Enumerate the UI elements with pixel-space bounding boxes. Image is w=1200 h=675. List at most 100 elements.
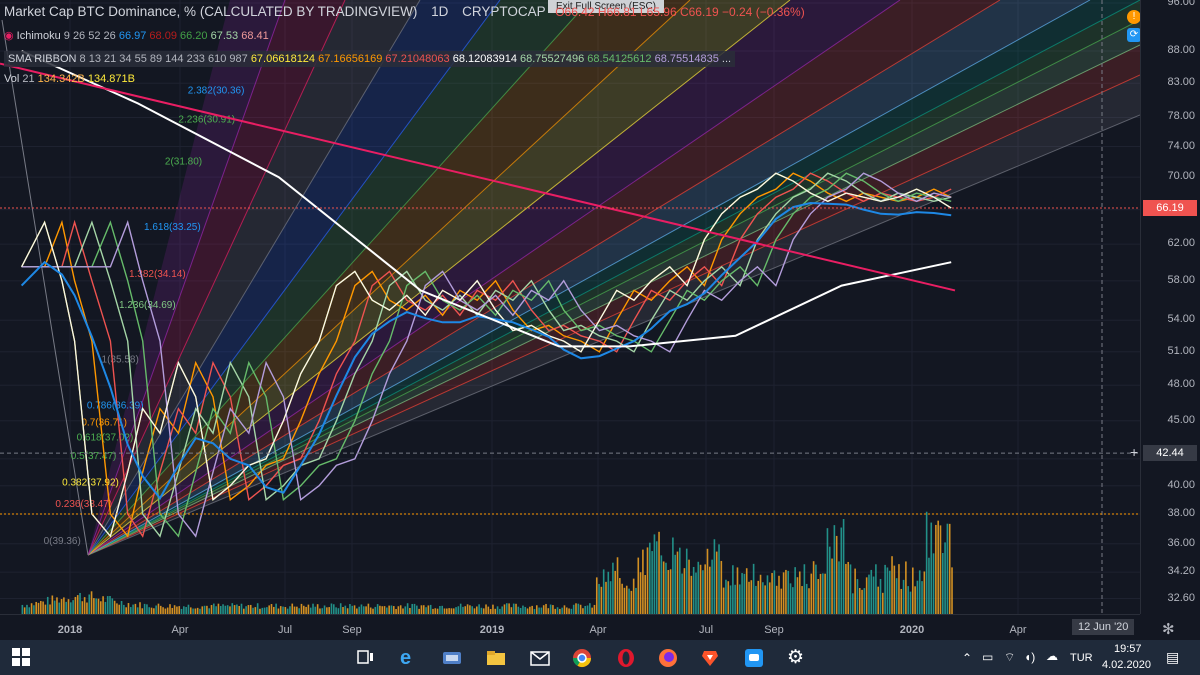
- interval-label[interactable]: 1D: [431, 4, 448, 19]
- volume-bar: [471, 606, 473, 614]
- volume-bar: [787, 570, 790, 614]
- volume-bar: [365, 606, 367, 614]
- price-tick-label: 36.00: [1167, 536, 1195, 549]
- sma-ribbon-name[interactable]: SMA RIBBON: [8, 53, 76, 65]
- time-axis[interactable]: 12 Jun '20 ✻ 2018 Apr Jul Sep 2019 Apr Jul Sep 2…: [0, 614, 1175, 641]
- clock-time[interactable]: 19:57: [1114, 643, 1142, 655]
- clock-date[interactable]: 4.02.2020: [1102, 659, 1151, 671]
- volume-bar: [505, 603, 508, 614]
- mail-icon[interactable]: [530, 648, 550, 668]
- volume-bar: [685, 548, 688, 614]
- ichimoku-name[interactable]: Ichimoku: [17, 30, 61, 42]
- windows-start-icon[interactable]: [12, 648, 32, 668]
- volume-bar: [349, 604, 351, 614]
- volume-bar: [427, 605, 430, 614]
- price-tick-label: 62.00: [1167, 237, 1195, 250]
- network-icon[interactable]: ⌔: [1004, 650, 1015, 665]
- opera-icon[interactable]: [616, 648, 636, 668]
- volume-bar: [238, 605, 240, 614]
- sma-ribbon-legend[interactable]: SMA RIBBON 8 13 21 34 55 89 144 233 610 …: [4, 51, 736, 67]
- app-icon[interactable]: [744, 648, 764, 668]
- volume-bar: [136, 607, 139, 614]
- file-explorer-icon[interactable]: [486, 648, 506, 668]
- volume-bar: [579, 604, 582, 614]
- volume-bar: [803, 564, 806, 614]
- brave-icon[interactable]: [700, 648, 720, 668]
- price-tick-label: 74.00: [1167, 139, 1195, 152]
- volume-value-1: 134.342B: [37, 73, 85, 85]
- language-indicator[interactable]: TUR: [1070, 652, 1093, 664]
- volume-bar: [912, 567, 914, 614]
- volume-bar: [845, 563, 847, 614]
- volume-bar: [224, 605, 227, 614]
- chart-legend-title[interactable]: Market Cap BTC Dominance, % (CALCULATED …: [4, 4, 805, 19]
- chrome-icon[interactable]: [572, 648, 592, 668]
- network-app-icon[interactable]: [442, 648, 462, 668]
- notifications-icon[interactable]: ▤: [1166, 649, 1179, 666]
- price-tick-label: 70.00: [1167, 170, 1195, 183]
- volume-bar: [266, 607, 268, 614]
- volume-bar: [187, 604, 190, 614]
- volume-bar: [762, 582, 764, 614]
- alert-icon[interactable]: !: [1127, 10, 1141, 24]
- fib-level-label: 0(39.36): [44, 536, 81, 547]
- volume-bar: [517, 606, 520, 614]
- volume-bar: [413, 603, 416, 614]
- volume-bar: [849, 564, 852, 614]
- volume-bar: [51, 595, 54, 614]
- time-tick-label: Sep: [342, 624, 362, 636]
- volume-bar: [99, 601, 102, 614]
- volume-bar: [201, 606, 204, 614]
- price-axis[interactable]: 96.0088.0083.0078.0074.0070.0066.0062.00…: [1140, 0, 1200, 614]
- volume-bar: [822, 573, 824, 614]
- cloud-icon[interactable]: ☁: [1046, 649, 1058, 663]
- ichimoku-value-4: 67.53: [210, 30, 239, 42]
- volume-bar: [856, 579, 859, 614]
- volume-bar: [888, 570, 891, 614]
- battery-icon[interactable]: ▭: [982, 650, 993, 664]
- volume-bar: [759, 574, 762, 614]
- volume-bar: [326, 607, 328, 614]
- volume-bar: [817, 579, 820, 614]
- visibility-icon[interactable]: ◉: [4, 30, 14, 42]
- chart-settings-icon[interactable]: ✻: [1162, 620, 1175, 638]
- volume-bar: [810, 573, 813, 614]
- volume-bar: [328, 607, 330, 614]
- ichimoku-value-1: 66.97: [118, 30, 147, 42]
- time-tick-label: Jul: [698, 624, 714, 636]
- volume-bar: [293, 606, 296, 614]
- volume-bar: [44, 604, 47, 614]
- volume-bar: [642, 549, 644, 614]
- volume-icon[interactable]: ◖): [1024, 650, 1035, 664]
- volume-bar: [598, 583, 600, 614]
- task-view-icon[interactable]: [356, 648, 376, 668]
- firefox-icon[interactable]: [658, 648, 678, 668]
- tray-chevron-icon[interactable]: ⌃: [962, 651, 972, 665]
- volume-bar: [545, 603, 547, 614]
- sync-icon[interactable]: ⟳: [1127, 28, 1141, 42]
- sma-more[interactable]: ...: [722, 53, 731, 65]
- volume-bar: [109, 596, 111, 614]
- volume-bar: [801, 586, 803, 614]
- volume-bar: [379, 605, 381, 614]
- edge-icon[interactable]: e: [400, 648, 420, 668]
- volume-bar: [457, 606, 460, 614]
- volume-bar: [72, 600, 74, 614]
- settings-icon[interactable]: ⚙: [787, 648, 807, 668]
- volume-bar: [755, 585, 757, 614]
- ichimoku-legend[interactable]: ◉ Ichimoku 9 26 52 26 66.97 68.09 66.20 …: [4, 29, 269, 42]
- volume-bar: [824, 573, 826, 614]
- volume-bar: [28, 607, 31, 614]
- volume-legend[interactable]: Vol 21 134.342B 134.871B: [4, 73, 135, 85]
- volume-bar: [535, 605, 538, 614]
- volume-name[interactable]: Vol: [4, 73, 19, 85]
- chart-area[interactable]: 2.382(30.36) 2.236(30.91) 2(31.80) 1.618(33…: [0, 0, 1141, 614]
- sma-value-5: 68.75527496: [520, 53, 585, 65]
- symbol-title[interactable]: Market Cap BTC Dominance, % (CALCULATED …: [4, 4, 417, 19]
- volume-bar: [794, 567, 796, 614]
- volume-bar: [455, 607, 457, 614]
- price-chart[interactable]: 2.382(30.36) 2.236(30.91) 2(31.80) 1.618(33…: [0, 0, 1140, 614]
- volume-bar: [524, 606, 527, 614]
- windows-taskbar[interactable]: e ⚙ ⌃ ▭ ⌔ ◖) ☁ TUR 19:57 4.02.2020 ▤: [0, 640, 1200, 675]
- volume-bar: [805, 583, 808, 614]
